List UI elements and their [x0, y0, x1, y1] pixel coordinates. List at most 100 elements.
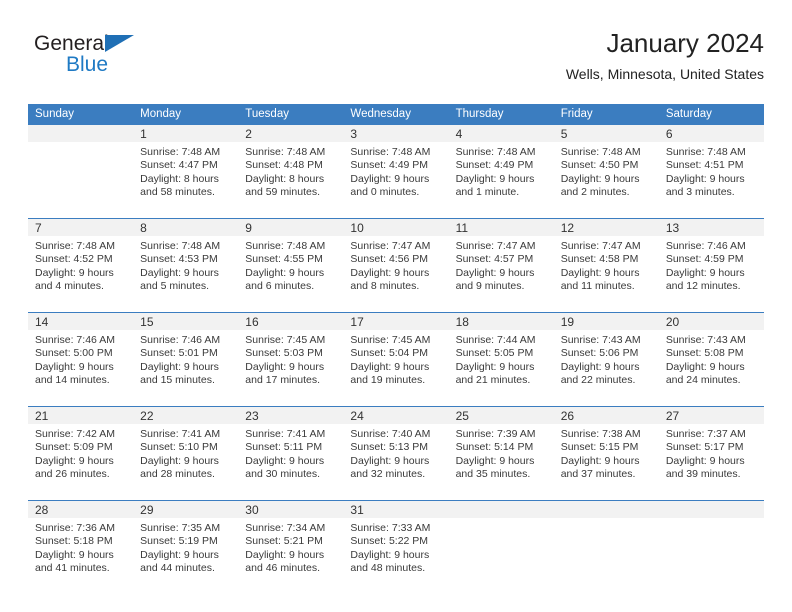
calendar-day-cell[interactable]: 2 Sunrise: 7:48 AM Sunset: 4:48 PM Daylight…: [238, 125, 344, 218]
daylight-text-line2: and 5 minutes.: [140, 280, 210, 293]
calendar-day-cell[interactable]: 16 Sunrise: 7:45 AM Sunset: 5:03 PM Dayligh…: [238, 313, 344, 406]
sunrise-text: Sunrise: 7:37 AM: [665, 428, 746, 440]
calendar-day-cell[interactable]: 11 Sunrise: 7:47 AM Sunset: 4:57 PM Dayligh…: [448, 219, 554, 312]
daylight-text-line2: and 41 minutes.: [35, 562, 110, 575]
calendar-day-cell[interactable]: 13 Sunrise: 7:46 AM Sunset: 4:59 PM Dayligh…: [658, 219, 764, 312]
sunset-text: Sunset: 5:10 PM: [140, 441, 218, 454]
calendar-week-row: 7 Sunrise: 7:48 AM Sunset: 4:52 PM Daylight…: [28, 218, 764, 312]
daylight-text-line2: and 58 minutes.: [140, 186, 215, 199]
sunrise-text: Sunrise: 7:39 AM: [455, 428, 536, 440]
sunset-text: Sunset: 5:22 PM: [350, 535, 429, 548]
sunrise-text: Sunrise: 7:47 AM: [560, 240, 641, 252]
day-number: 6: [658, 125, 764, 142]
calendar-day-cell[interactable]: 14 Sunrise: 7:46 AM Sunset: 5:00 PM Dayligh…: [28, 313, 134, 406]
day-sun-info: Sunrise: 7:33 AM Sunset: 5:22 PM Daylight:…: [343, 518, 448, 576]
daylight-text-line1: Daylight: 9 hours: [665, 266, 745, 279]
daylight-text-line1: Daylight: 9 hours: [350, 454, 430, 467]
calendar-day-cell[interactable]: 19 Sunrise: 7:43 AM Sunset: 5:06 PM Dayligh…: [553, 313, 659, 406]
sunrise-text: Sunrise: 7:48 AM: [245, 240, 326, 252]
sunset-text: Sunset: 5:18 PM: [35, 535, 113, 548]
logo-text-blue: Blue: [66, 53, 109, 76]
sunset-text: Sunset: 5:03 PM: [245, 347, 323, 360]
calendar-day-cell[interactable]: 28 Sunrise: 7:36 AM Sunset: 5:18 PM Dayligh…: [28, 501, 134, 594]
calendar-day-cell[interactable]: 6 Sunrise: 7:48 AM Sunset: 4:51 PM Daylight…: [658, 125, 764, 218]
sunset-text: Sunset: 5:06 PM: [560, 347, 639, 360]
day-number: 5: [553, 125, 659, 142]
sunrise-text: Sunrise: 7:46 AM: [140, 334, 221, 346]
calendar-day-cell[interactable]: 22 Sunrise: 7:41 AM Sunset: 5:10 PM Dayligh…: [133, 407, 239, 500]
calendar-day-cell[interactable]: 1 Sunrise: 7:48 AM Sunset: 4:47 PM Daylight…: [133, 125, 239, 218]
day-number: 8: [133, 219, 239, 236]
calendar-day-cell[interactable]: 3 Sunrise: 7:48 AM Sunset: 4:49 PM Daylight…: [343, 125, 449, 218]
day-sun-info: Sunrise: 7:35 AM Sunset: 5:19 PM Daylight:…: [133, 518, 238, 576]
day-sun-info: Sunrise: 7:47 AM Sunset: 4:57 PM Daylight:…: [449, 236, 554, 294]
calendar-day-cell[interactable]: 17 Sunrise: 7:45 AM Sunset: 5:04 PM Dayligh…: [343, 313, 449, 406]
daylight-text-line2: and 21 minutes.: [455, 374, 531, 387]
daylight-text-line2: and 26 minutes.: [35, 468, 110, 481]
sunset-text: Sunset: 4:51 PM: [665, 159, 744, 172]
daylight-text-line2: and 8 minutes.: [350, 280, 420, 293]
calendar-day-cell[interactable]: 9 Sunrise: 7:48 AM Sunset: 4:55 PM Daylight…: [238, 219, 344, 312]
daylight-text-line2: and 3 minutes.: [665, 186, 735, 199]
sunset-text: Sunset: 4:52 PM: [35, 253, 113, 266]
day-sun-info: Sunrise: 7:46 AM Sunset: 5:01 PM Daylight:…: [133, 330, 238, 388]
daylight-text-line1: Daylight: 9 hours: [560, 454, 640, 467]
calendar-day-cell[interactable]: 12 Sunrise: 7:47 AM Sunset: 4:58 PM Dayligh…: [553, 219, 659, 312]
daylight-text-line1: Daylight: 9 hours: [140, 454, 219, 467]
day-number: 14: [28, 313, 134, 330]
calendar-day-cell[interactable]: 31 Sunrise: 7:33 AM Sunset: 5:22 PM Dayligh…: [343, 501, 449, 594]
sunrise-text: Sunrise: 7:48 AM: [455, 146, 536, 158]
day-number: 4: [448, 125, 554, 142]
calendar-day-cell[interactable]: 25 Sunrise: 7:39 AM Sunset: 5:14 PM Dayligh…: [448, 407, 554, 500]
daylight-text-line1: Daylight: 9 hours: [350, 172, 430, 185]
calendar-day-cell[interactable]: 10 Sunrise: 7:47 AM Sunset: 4:56 PM Dayligh…: [343, 219, 449, 312]
daylight-text-line2: and 22 minutes.: [560, 374, 636, 387]
day-number: 21: [28, 407, 134, 424]
day-number: 7: [28, 219, 134, 236]
daylight-text-line2: and 35 minutes.: [455, 468, 531, 481]
daylight-text-line2: and 14 minutes.: [35, 374, 110, 387]
calendar-day-cell[interactable]: 21 Sunrise: 7:42 AM Sunset: 5:09 PM Dayligh…: [28, 407, 134, 500]
sunset-text: Sunset: 5:14 PM: [455, 441, 534, 454]
day-sun-info: Sunrise: 7:36 AM Sunset: 5:18 PM Daylight:…: [28, 518, 133, 576]
daylight-text-line1: Daylight: 9 hours: [35, 360, 114, 373]
daylight-text-line1: Daylight: 9 hours: [245, 454, 325, 467]
daylight-text-line2: and 15 minutes.: [140, 374, 215, 387]
daylight-text-line1: Daylight: 9 hours: [245, 548, 325, 561]
calendar-day-cell[interactable]: 24 Sunrise: 7:40 AM Sunset: 5:13 PM Dayligh…: [343, 407, 449, 500]
daylight-text-line1: Daylight: 9 hours: [350, 266, 430, 279]
calendar-day-cell-empty: [658, 501, 764, 594]
calendar-day-cell[interactable]: 4 Sunrise: 7:48 AM Sunset: 4:49 PM Daylight…: [448, 125, 554, 218]
calendar-day-cell[interactable]: 29 Sunrise: 7:35 AM Sunset: 5:19 PM Dayligh…: [133, 501, 239, 594]
calendar-day-cell[interactable]: 7 Sunrise: 7:48 AM Sunset: 4:52 PM Daylight…: [28, 219, 134, 312]
calendar-day-cell[interactable]: 27 Sunrise: 7:37 AM Sunset: 5:17 PM Dayligh…: [658, 407, 764, 500]
sunset-text: Sunset: 5:01 PM: [140, 347, 218, 360]
sunset-text: Sunset: 5:21 PM: [245, 535, 323, 548]
day-number: 24: [343, 407, 449, 424]
weekday-monday: Monday: [140, 108, 182, 120]
day-number: 19: [553, 313, 659, 330]
calendar-day-cell[interactable]: 5 Sunrise: 7:48 AM Sunset: 4:50 PM Daylight…: [553, 125, 659, 218]
calendar-day-cell[interactable]: 30 Sunrise: 7:34 AM Sunset: 5:21 PM Dayligh…: [238, 501, 344, 594]
daylight-text-line1: Daylight: 9 hours: [560, 172, 640, 185]
calendar-day-cell[interactable]: 26 Sunrise: 7:38 AM Sunset: 5:15 PM Dayligh…: [553, 407, 659, 500]
calendar-day-cell[interactable]: 23 Sunrise: 7:41 AM Sunset: 5:11 PM Dayligh…: [238, 407, 344, 500]
day-number: 20: [658, 313, 764, 330]
calendar-day-cell[interactable]: 20 Sunrise: 7:43 AM Sunset: 5:08 PM Dayligh…: [658, 313, 764, 406]
day-number: 16: [238, 313, 344, 330]
calendar-day-cell[interactable]: 15 Sunrise: 7:46 AM Sunset: 5:01 PM Dayligh…: [133, 313, 239, 406]
day-number: 28: [28, 501, 134, 518]
calendar-day-cell[interactable]: 8 Sunrise: 7:48 AM Sunset: 4:53 PM Daylight…: [133, 219, 239, 312]
calendar-day-cell[interactable]: 18 Sunrise: 7:44 AM Sunset: 5:05 PM Dayligh…: [448, 313, 554, 406]
day-sun-info: Sunrise: 7:44 AM Sunset: 5:05 PM Daylight:…: [449, 330, 554, 388]
sunrise-text: Sunrise: 7:33 AM: [350, 522, 431, 534]
calendar-day-cell-empty: [448, 501, 554, 594]
daylight-text-line1: Daylight: 9 hours: [350, 548, 430, 561]
daylight-text-line2: and 37 minutes.: [560, 468, 636, 481]
sunrise-text: Sunrise: 7:41 AM: [245, 428, 326, 440]
day-number: 29: [133, 501, 239, 518]
general-blue-logo[interactable]: General Blue: [34, 32, 214, 86]
daylight-text-line2: and 59 minutes.: [245, 186, 320, 199]
daylight-text-line2: and 1 minute.: [455, 186, 520, 199]
day-sun-info: Sunrise: 7:45 AM Sunset: 5:04 PM Daylight:…: [343, 330, 448, 388]
